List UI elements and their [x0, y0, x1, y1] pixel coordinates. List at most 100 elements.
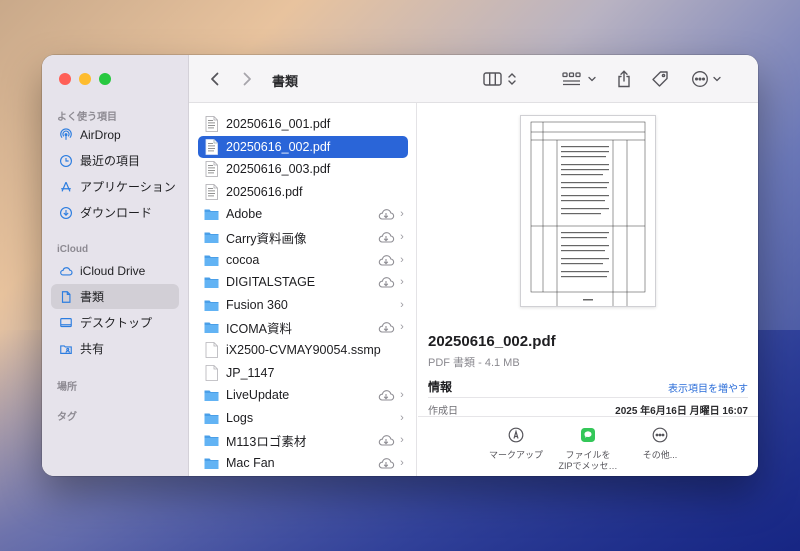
sidebar-heading-locations: 場所 [57, 382, 77, 393]
cloud-download-icon[interactable] [377, 456, 395, 470]
file-row[interactable]: ICOMA資料 › [198, 316, 408, 338]
file-row[interactable]: cocoa › [198, 249, 408, 271]
info-heading: 情報 [428, 380, 453, 394]
finder-window: よく使う項目 AirDrop 最近の項目 アプリケーション ダウンロード iCl… [42, 55, 758, 476]
pdf-thumbnail[interactable] [520, 115, 656, 310]
file-name: cocoa [226, 252, 260, 267]
sidebar-item-shared[interactable]: 共有 [51, 336, 179, 361]
file-row[interactable]: 20250616.pdf [198, 181, 408, 203]
airdrop-icon [59, 127, 73, 142]
file-row[interactable]: Logs › [198, 407, 408, 429]
chevron-right-icon: › [400, 253, 404, 266]
preview-file-kind-size: PDF 書類 - 4.1 MB [428, 357, 520, 369]
sidebar-item-label: ダウンロード [80, 206, 153, 220]
folder-icon [204, 300, 219, 311]
file-row[interactable]: iX2500-CVMAY90054.ssmp [198, 339, 408, 361]
messages-icon [580, 427, 596, 443]
chevron-right-icon: › [400, 389, 404, 402]
file-name: Fusion 360 [226, 297, 288, 312]
file-row[interactable]: LiveUpdate › [198, 384, 408, 406]
more-actions-button[interactable] [691, 68, 723, 90]
sidebar-item-downloads[interactable]: ダウンロード [51, 200, 179, 225]
group-button[interactable] [562, 68, 598, 90]
cloud-download-icon[interactable] [377, 230, 395, 244]
file-name: ICOMA資料 [226, 321, 292, 336]
file-name: Logs [226, 410, 254, 425]
pdf-file-icon [205, 116, 218, 132]
file-column: 20250616_001.pdf 20250616_002.pdf 20250616… [189, 103, 417, 476]
sidebar-item-documents[interactable]: 書類 [51, 284, 179, 309]
sidebar-item-label: アプリケーション [80, 180, 176, 194]
cloud-download-icon[interactable] [377, 433, 395, 447]
toolbar: 書類 [189, 55, 758, 103]
chevron-right-icon: › [400, 276, 404, 289]
cloud-download-icon[interactable] [377, 253, 395, 267]
sidebar: よく使う項目 AirDrop 最近の項目 アプリケーション ダウンロード iCl… [42, 55, 189, 476]
folder-icon [204, 390, 219, 402]
sidebar-item-applications[interactable]: アプリケーション [51, 174, 179, 199]
file-row[interactable]: Fusion 360 › [198, 294, 408, 316]
share-button[interactable] [616, 68, 632, 90]
sidebar-item-label: デスクトップ [80, 316, 153, 330]
file-name: iX2500-CVMAY90054.ssmp [226, 343, 381, 357]
more-options-button[interactable]: その他... [624, 427, 696, 461]
window-title: 書類 [272, 74, 299, 89]
zip-message-button[interactable]: ファイルを ZIPでメッセ… [552, 427, 624, 472]
markup-button[interactable]: マークアップ [480, 427, 552, 461]
tag-button[interactable] [651, 68, 669, 90]
sidebar-heading-favorites: よく使う項目 [57, 112, 117, 123]
file-row[interactable]: 20250616_003.pdf [198, 158, 408, 180]
markup-icon [508, 427, 524, 443]
sidebar-item-desktop[interactable]: デスクトップ [51, 310, 179, 335]
folder-icon [204, 458, 219, 469]
desktop-icon [59, 316, 73, 330]
file-row[interactable]: JP_1147 [198, 362, 408, 384]
folder-icon [204, 232, 219, 243]
view-mode-button[interactable] [483, 68, 517, 90]
cloud-download-icon[interactable] [377, 207, 395, 221]
file-name: Carry資料画像 [226, 231, 307, 246]
file-row[interactable]: 20250616_001.pdf [198, 113, 408, 135]
chevron-right-icon: › [400, 231, 404, 243]
sidebar-item-label: 共有 [80, 342, 105, 356]
sidebar-item-airdrop[interactable]: AirDrop [51, 122, 179, 147]
chevron-right-icon: › [400, 434, 404, 447]
chevron-right-icon: › [400, 298, 404, 311]
file-row[interactable]: 20250616_002.pdf [198, 135, 408, 158]
clock-icon [59, 154, 73, 168]
sidebar-heading-tags: タグ [57, 412, 77, 423]
created-value: 2025 年6月16日 月曜日 16:07 [615, 406, 748, 417]
file-name: DIGITALSTAGE [226, 275, 316, 290]
close-button[interactable] [59, 73, 71, 85]
folder-icon [204, 209, 219, 221]
sidebar-item-label: AirDrop [80, 127, 121, 142]
file-row[interactable]: Adobe › [198, 203, 408, 225]
show-more-link[interactable]: 表示項目を増やす [668, 380, 748, 395]
share-icon [618, 70, 630, 88]
file-icon [205, 342, 218, 358]
file-row[interactable]: Mac Fan › [198, 452, 408, 474]
file-row[interactable]: DIGITALSTAGE › [198, 271, 408, 293]
cloud-download-icon[interactable] [377, 275, 395, 289]
document-icon [59, 290, 73, 304]
back-button[interactable] [209, 68, 221, 90]
forward-button[interactable] [241, 68, 253, 90]
file-row[interactable]: M113ロゴ素材 › [198, 429, 408, 451]
file-row[interactable]: Carry資料画像 › [198, 226, 408, 248]
sidebar-item-icloud-drive[interactable]: iCloud Drive [51, 258, 179, 283]
sidebar-item-label: iCloud Drive [80, 263, 146, 278]
file-name: 20250616_001.pdf [226, 117, 331, 131]
sidebar-item-recents[interactable]: 最近の項目 [51, 148, 179, 173]
sidebar-heading-icloud: iCloud [57, 244, 89, 255]
app-store-icon [59, 180, 73, 194]
folder-icon [204, 255, 219, 266]
sidebar-item-label: 最近の項目 [80, 154, 141, 168]
cloud-download-icon[interactable] [377, 320, 395, 334]
chevron-right-icon: › [400, 457, 404, 469]
column-view-icon [483, 72, 516, 86]
file-name: Mac Fan [226, 456, 275, 470]
zoom-button[interactable] [99, 73, 111, 85]
pdf-file-icon [205, 161, 218, 178]
minimize-button[interactable] [79, 73, 91, 85]
cloud-download-icon[interactable] [377, 388, 395, 402]
